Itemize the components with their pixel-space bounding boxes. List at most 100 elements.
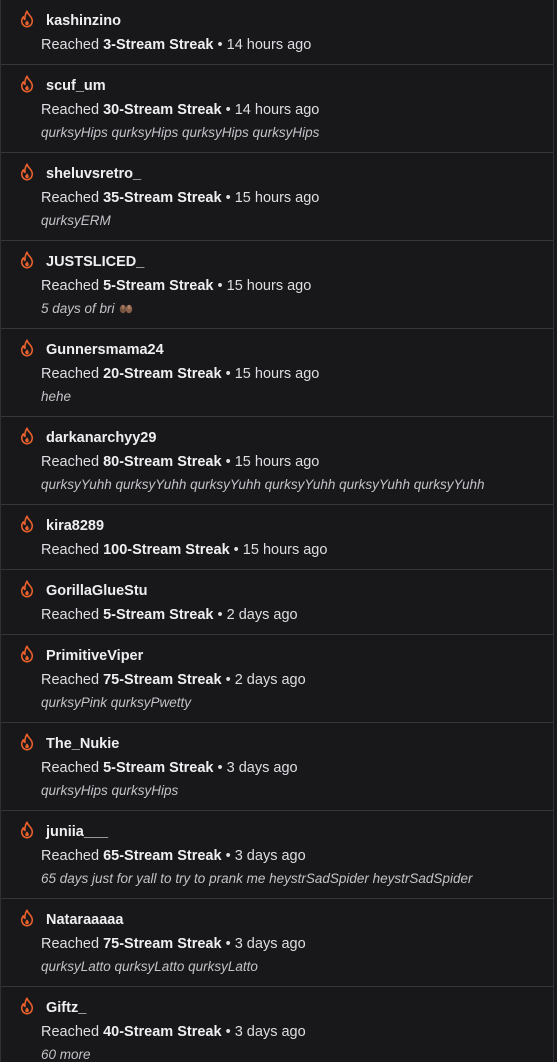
timestamp: 15 hours ago: [242, 542, 328, 558]
streak-message: qurksyYuhh qurksyYuhh qurksyYuhh qurksyY…: [41, 475, 541, 495]
flame-icon: [19, 997, 35, 1015]
streak-item: kashinzino Reached 3-Stream Streak • 14 h…: [1, 0, 553, 65]
username[interactable]: kira8289: [46, 515, 541, 537]
reached-label: Reached: [41, 607, 100, 623]
flame-icon: [19, 251, 35, 269]
streak-item: Nataraaaaa Reached 75-Stream Streak • 3 d…: [1, 899, 553, 987]
timestamp: 15 hours ago: [234, 454, 320, 470]
timestamp: 15 hours ago: [234, 366, 320, 382]
streak-count: 35-Stream Streak: [103, 190, 222, 206]
username[interactable]: scuf_um: [46, 75, 541, 97]
message-text: qurksyLatto qurksyLatto qurksyLatto: [41, 959, 258, 974]
message-text: 5 days of bri: [41, 301, 115, 316]
username[interactable]: Giftz_: [46, 997, 541, 1019]
separator-dot: •: [225, 190, 231, 206]
username[interactable]: juniia___: [46, 821, 541, 843]
timestamp: 3 days ago: [234, 936, 306, 952]
streak-message: hehe: [41, 387, 541, 407]
separator-dot: •: [217, 278, 223, 294]
message-text: 60 more: [41, 1047, 91, 1062]
flame-icon: [19, 515, 35, 533]
username[interactable]: JUSTSLICED_: [46, 251, 541, 273]
reached-label: Reached: [41, 672, 100, 688]
separator-dot: •: [225, 848, 231, 864]
flame-icon: [19, 75, 35, 93]
flame-icon: [19, 733, 35, 751]
streak-item: The_Nukie Reached 5-Stream Streak • 3 day…: [1, 723, 553, 811]
username[interactable]: PrimitiveViper: [46, 645, 541, 667]
flame-icon: [19, 821, 35, 839]
username[interactable]: kashinzino: [46, 10, 541, 32]
username[interactable]: The_Nukie: [46, 733, 541, 755]
username[interactable]: sheluvsretro_: [46, 163, 541, 185]
message-text: qurksyPink qurksyPwetty: [41, 695, 192, 710]
streak-item: kira8289 Reached 100-Stream Streak • 15 h…: [1, 505, 553, 570]
username[interactable]: GorillaGlueStu: [46, 580, 541, 602]
streak-count: 100-Stream Streak: [103, 542, 230, 558]
reached-label: Reached: [41, 542, 100, 558]
message-text: qurksyHips qurksyHips qurksyHips qurksyH…: [41, 125, 320, 140]
streak-count: 20-Stream Streak: [103, 366, 222, 382]
flame-icon: [19, 339, 35, 357]
streak-item: juniia___ Reached 65-Stream Streak • 3 da…: [1, 811, 553, 899]
username[interactable]: darkanarchyy29: [46, 427, 541, 449]
streak-count: 5-Stream Streak: [103, 607, 214, 623]
streak-message: qurksyHips qurksyHips qurksyHips qurksyH…: [41, 123, 541, 143]
streak-line: Reached 100-Stream Streak • 15 hours ago: [41, 540, 541, 560]
streak-line: Reached 75-Stream Streak • 3 days ago: [41, 934, 541, 954]
reached-label: Reached: [41, 366, 100, 382]
streak-line: Reached 3-Stream Streak • 14 hours ago: [41, 35, 541, 55]
reached-label: Reached: [41, 278, 100, 294]
reached-label: Reached: [41, 102, 100, 118]
message-text: hehe: [41, 389, 72, 404]
timestamp: 15 hours ago: [234, 190, 320, 206]
streak-item: sheluvsretro_ Reached 35-Stream Streak • …: [1, 153, 553, 241]
streak-item: JUSTSLICED_ Reached 5-Stream Streak • 15 …: [1, 241, 553, 329]
reached-label: Reached: [41, 190, 100, 206]
streak-count: 65-Stream Streak: [103, 848, 222, 864]
streak-count: 5-Stream Streak: [103, 760, 214, 776]
streak-line: Reached 5-Stream Streak • 15 hours ago: [41, 276, 541, 296]
streak-line: Reached 5-Stream Streak • 2 days ago: [41, 605, 541, 625]
message-text: qurksyERM: [41, 213, 111, 228]
streak-line: Reached 65-Stream Streak • 3 days ago: [41, 846, 541, 866]
timestamp: 14 hours ago: [234, 102, 320, 118]
reached-label: Reached: [41, 1024, 100, 1040]
reached-label: Reached: [41, 848, 100, 864]
timestamp: 3 days ago: [234, 1024, 306, 1040]
reached-label: Reached: [41, 37, 100, 53]
streak-line: Reached 20-Stream Streak • 15 hours ago: [41, 364, 541, 384]
flame-icon: [19, 909, 35, 927]
streak-message: 5 days of bri: [41, 299, 541, 319]
separator-dot: •: [225, 936, 231, 952]
flame-icon: [19, 10, 35, 28]
streak-count: 3-Stream Streak: [103, 37, 214, 53]
separator-dot: •: [233, 542, 239, 558]
streak-item: Giftz_ Reached 40-Stream Streak • 3 days …: [1, 987, 553, 1062]
streak-activity-feed: kashinzino Reached 3-Stream Streak • 14 h…: [0, 0, 554, 1062]
timestamp: 2 days ago: [226, 607, 298, 623]
timestamp: 3 days ago: [234, 848, 306, 864]
separator-dot: •: [217, 37, 223, 53]
separator-dot: •: [217, 607, 223, 623]
streak-line: Reached 35-Stream Streak • 15 hours ago: [41, 188, 541, 208]
streak-message: qurksyHips qurksyHips: [41, 781, 541, 801]
streak-line: Reached 40-Stream Streak • 3 days ago: [41, 1022, 541, 1042]
streak-count: 75-Stream Streak: [103, 936, 222, 952]
flame-icon: [19, 580, 35, 598]
flame-icon: [19, 645, 35, 663]
streak-message: qurksyERM: [41, 211, 541, 231]
separator-dot: •: [225, 1024, 231, 1040]
timestamp: 14 hours ago: [226, 37, 312, 53]
reached-label: Reached: [41, 454, 100, 470]
username[interactable]: Gunnersmama24: [46, 339, 541, 361]
streak-item: scuf_um Reached 30-Stream Streak • 14 hou…: [1, 65, 553, 153]
separator-dot: •: [225, 672, 231, 688]
flame-icon: [19, 163, 35, 181]
streak-line: Reached 5-Stream Streak • 3 days ago: [41, 758, 541, 778]
username[interactable]: Nataraaaaa: [46, 909, 541, 931]
streak-message: qurksyLatto qurksyLatto qurksyLatto: [41, 957, 541, 977]
streak-count: 75-Stream Streak: [103, 672, 222, 688]
streak-line: Reached 75-Stream Streak • 2 days ago: [41, 670, 541, 690]
praying-hands-emoji-icon: [118, 300, 134, 314]
